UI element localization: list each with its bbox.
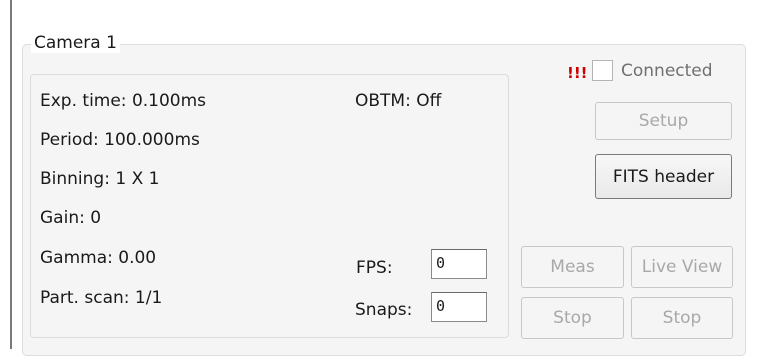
gamma-label: Gamma: 0.00: [40, 248, 157, 268]
live-view-button[interactable]: Live View: [631, 246, 733, 288]
snaps-input[interactable]: 0: [431, 292, 487, 322]
stop-live-button[interactable]: Stop: [631, 297, 733, 339]
snaps-label: Snaps:: [355, 300, 413, 320]
obtm-label: OBTM: Off: [355, 91, 442, 111]
fits-header-button[interactable]: FITS header: [595, 154, 732, 199]
stop-meas-button[interactable]: Stop: [521, 297, 624, 339]
part-scan-label: Part. scan: 1/1: [40, 288, 163, 308]
setup-button[interactable]: Setup: [595, 102, 732, 140]
fps-label: FPS:: [356, 258, 393, 278]
meas-button[interactable]: Meas: [521, 246, 624, 288]
period-label: Period: 100.000ms: [40, 130, 200, 150]
fps-input[interactable]: 0: [431, 249, 487, 279]
exp-time-label: Exp. time: 0.100ms: [40, 91, 207, 111]
left-divider: [10, 0, 12, 349]
connected-label: Connected: [621, 61, 713, 81]
group-title: Camera 1: [31, 33, 120, 53]
warning-indicator: !!!: [567, 64, 588, 82]
connected-checkbox[interactable]: [592, 60, 613, 81]
gain-label: Gain: 0: [40, 208, 102, 228]
binning-label: Binning: 1 X 1: [40, 169, 160, 189]
